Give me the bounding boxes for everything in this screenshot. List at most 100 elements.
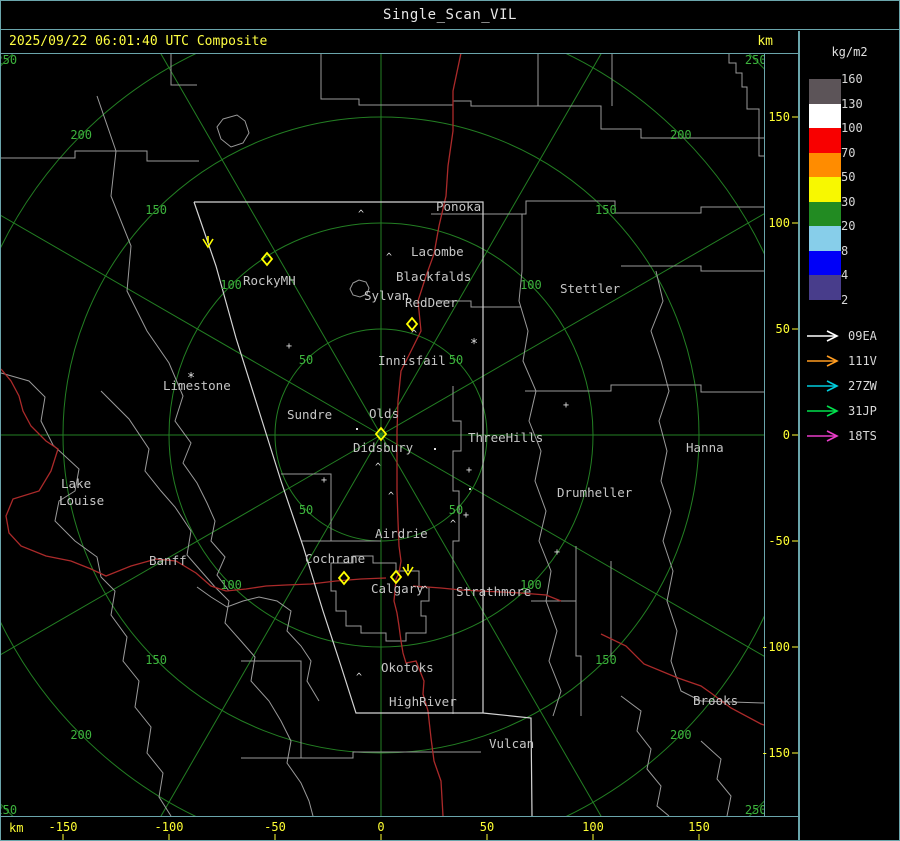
radial-line-120 xyxy=(380,434,764,657)
radar-map: 50 50 50 50 100 100 100 100 150 150 150 150 200 200 20… xyxy=(1,53,798,840)
ring-label-50: 50 xyxy=(449,503,463,517)
city-label-lake: Lake xyxy=(61,476,91,491)
city-label-cochrane: Cochrane xyxy=(305,551,365,566)
radar-site-diamond-icon xyxy=(337,570,351,586)
radial-line-330 xyxy=(159,53,382,436)
caret-marker: ^ xyxy=(386,252,392,263)
radar-id-label: 09EA xyxy=(848,328,877,343)
city-label-highriver: HighRiver xyxy=(389,694,457,709)
ring-label-200: 200 xyxy=(70,728,92,742)
radar-id-label: 18TS xyxy=(848,428,877,443)
city-label-strathmore: Strathmore xyxy=(456,584,531,599)
caret-marker: ^ xyxy=(356,672,362,683)
city-label-innisfail: Innisfail xyxy=(378,353,446,368)
right-axis-tick-label: 0 xyxy=(783,428,790,442)
colorbar-label: 2 xyxy=(841,292,849,307)
city-label-banff: Banff xyxy=(149,553,187,568)
colorbar-swatch-20 xyxy=(809,226,841,251)
ring-label-250: 250 xyxy=(745,803,767,817)
radial-line-210 xyxy=(160,434,382,816)
radar-arrow-icon xyxy=(807,354,839,367)
colorbar-label: 50 xyxy=(841,170,856,184)
caret-marker: ^ xyxy=(388,491,394,502)
colorbar-label: 30 xyxy=(841,194,856,209)
radar-arrow-icon xyxy=(807,429,839,442)
city-label-sylvan: Sylvan xyxy=(364,288,409,303)
bottom-axis-tick-label: 0 xyxy=(377,820,384,834)
city-label-hanna: Hanna xyxy=(686,440,724,455)
radar-coverage-boundary xyxy=(193,201,533,816)
info-bar: 2025/09/22 06:01:40 UTC Composite km xyxy=(1,31,798,53)
city-label-louise: Louise xyxy=(59,493,104,508)
colorbar-label: 160 xyxy=(841,72,863,86)
radar-legend-row: 18TS xyxy=(806,423,898,448)
dot-marker xyxy=(469,488,471,490)
colorbar-label: 100 xyxy=(841,121,863,135)
city-label-calgary: Calgary xyxy=(371,581,424,596)
city-label-lacombe: Lacombe xyxy=(411,244,464,259)
city-label-sundre: Sundre xyxy=(287,407,332,422)
city-label-limestone: Limestone xyxy=(163,378,231,393)
caret-marker: ^ xyxy=(422,585,428,596)
radar-arrow-icon xyxy=(807,329,839,342)
colorbar-unit-label: kg/m2 xyxy=(831,45,868,59)
city-label-didsbury: Didsbury xyxy=(353,440,414,455)
radar-legend-row: 09EA xyxy=(806,323,898,348)
city-labels: Ponoka Lacombe Blackfalds SylvanRedDeer Rock… xyxy=(59,199,738,751)
city-label-stettler: Stettler xyxy=(560,281,621,296)
bottom-axis-tick-label: 150 xyxy=(688,820,710,834)
app-window: Single_Scan_VIL 2025/09/22 06:01:40 UTC … xyxy=(0,0,900,841)
radar-legend-row: 111V xyxy=(806,348,898,373)
ring-label-200: 200 xyxy=(670,728,692,742)
bottom-axis-tick-label: 50 xyxy=(480,820,494,834)
colorbar-swatch-70 xyxy=(809,152,841,177)
plus-marker: + xyxy=(466,465,472,476)
plus-marker: + xyxy=(463,510,469,521)
ring-label-150: 150 xyxy=(595,653,617,667)
radial-line-300 xyxy=(1,215,382,436)
city-label-blackfalds: Blackfalds xyxy=(396,269,471,284)
window-title: Single_Scan_VIL xyxy=(383,7,517,23)
ring-label-100: 100 xyxy=(220,278,242,292)
caret-marker: ^ xyxy=(358,209,364,220)
colorbar-label: 4 xyxy=(841,268,849,282)
vil-colorbar xyxy=(809,79,841,300)
colorbar-label: 130 xyxy=(841,96,863,111)
bottom-axis-tick-label: -100 xyxy=(155,820,184,834)
dot-marker xyxy=(356,428,358,430)
city-label-threehills: ThreeHills xyxy=(468,430,543,445)
city-label-rockymh: RockyMH xyxy=(243,273,296,288)
right-axis-tick-label: 50 xyxy=(776,322,790,336)
down-arrow-icon xyxy=(202,236,214,249)
colorbar-swatch-160 xyxy=(809,79,841,104)
colorbar-swatch-130 xyxy=(809,103,841,128)
radar-id-label: 111V xyxy=(848,353,877,368)
plus-marker: + xyxy=(554,547,560,558)
ring-label-250: 250 xyxy=(1,53,17,67)
city-label-vulcan: Vulcan xyxy=(489,736,534,751)
plus-marker: + xyxy=(286,341,292,352)
bottom-axis-tick-label: 100 xyxy=(582,820,604,834)
ring-label-200: 200 xyxy=(670,128,692,142)
asterisk-marker: * xyxy=(187,371,195,386)
colorbar-swatch-30 xyxy=(809,201,841,226)
city-label-okotoks: Okotoks xyxy=(381,660,434,675)
ring-label-50: 50 xyxy=(449,353,463,367)
right-axis-tick-label: 150 xyxy=(768,110,790,124)
plus-marker: + xyxy=(563,400,569,411)
caret-marker: ^ xyxy=(375,462,381,473)
ring-label-150: 150 xyxy=(145,653,167,667)
city-label-ponoka: Ponoka xyxy=(436,199,481,214)
ring-label-50: 50 xyxy=(299,503,313,517)
colorbar-label: 8 xyxy=(841,243,849,258)
dot-marker xyxy=(434,448,436,450)
radar-id-label: 31JP xyxy=(848,403,877,418)
scan-timestamp: 2025/09/22 06:01:40 UTC Composite xyxy=(9,34,268,49)
ring-label-100: 100 xyxy=(220,578,242,592)
ring-label-50: 50 xyxy=(299,353,313,367)
right-axis-tick-label: -50 xyxy=(768,534,790,548)
colorbar-label: 20 xyxy=(841,219,856,233)
down-arrow-icon xyxy=(402,564,414,577)
radar-arrow-icon xyxy=(807,404,839,417)
right-axis-unit: km xyxy=(757,34,773,49)
